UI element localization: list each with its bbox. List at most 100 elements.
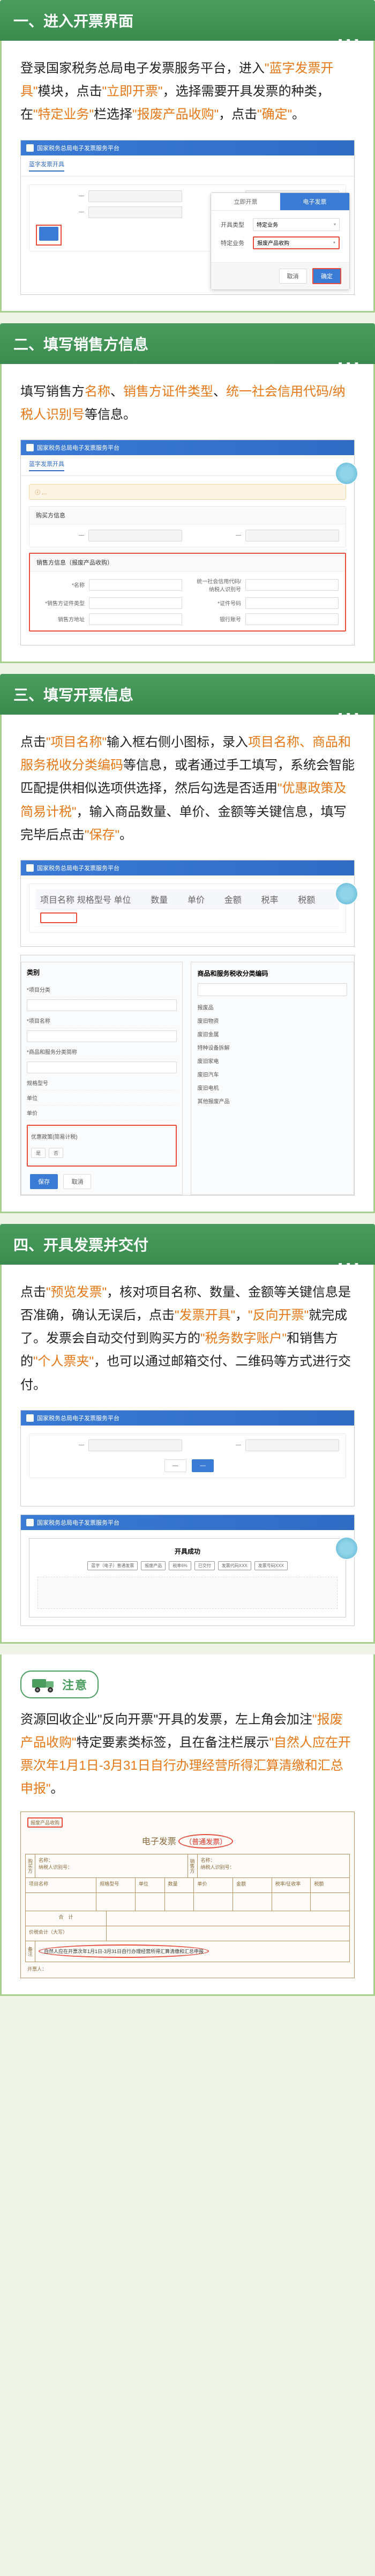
invoice-total-label: 合 计 — [26, 1911, 107, 1926]
invoice-capital-label: 价税合计（大写） — [26, 1926, 107, 1941]
input-seller-addr[interactable] — [89, 613, 182, 625]
tree-item[interactable]: 废旧金属 — [198, 1027, 348, 1041]
chevron-down-icon: ▾ — [333, 240, 335, 245]
popup-tab-immediate[interactable]: 立即开票 — [211, 193, 280, 210]
badge: 税率6% — [169, 1561, 191, 1570]
popup-cancel-button[interactable]: 取消 — [279, 269, 307, 284]
input-seller-bank[interactable] — [245, 613, 339, 625]
breadcrumb-module[interactable]: 蓝字发票开具 — [29, 459, 64, 471]
badge: 蓝字（电子）普通发票 — [87, 1561, 138, 1570]
category-form-left: 类别 *项目分类 *项目名称 *商品和服务分类简称 规格型号 单位 单价 优惠政… — [21, 962, 183, 1195]
label-preferential: 优惠政策(简易计税) — [31, 1129, 172, 1144]
platform-logo-icon — [26, 864, 34, 872]
cat-field-category: *项目分类 — [27, 982, 177, 997]
radio-no[interactable]: 否 — [49, 1148, 63, 1158]
category-tree-right: 商品和服务税收分类编码 报废品 废旧物资 废旧金属 特种设备拆解 废旧家电 废旧… — [191, 962, 355, 1195]
badge: 已交付 — [194, 1561, 215, 1570]
invoice-title-oval: （普通发票） — [178, 1834, 233, 1849]
success-title: 开具成功 — [38, 1547, 338, 1556]
popup-label-type: 开具类型 — [221, 220, 253, 229]
invoice-buyer-tax: 纳税人识别号： — [39, 1864, 184, 1870]
th-qty: 数量 — [151, 893, 188, 905]
invoice-seller-tax: 纳税人识别号： — [201, 1864, 347, 1870]
cat-left-title: 类别 — [27, 968, 177, 977]
assistant-avatar-icon[interactable] — [335, 882, 358, 905]
input-item-name-highlighted[interactable] — [40, 912, 77, 923]
inv-th: 数量 — [165, 1878, 194, 1892]
section-1-header: 一、进入开票界面 — [0, 0, 375, 41]
th-spec: 规格型号 — [77, 893, 114, 905]
section-4-header: 四、开具发票并交付 — [0, 1224, 375, 1265]
popup-tab-electronic[interactable]: 电子发票 — [280, 193, 349, 210]
inv-th: 单位 — [136, 1878, 165, 1892]
invoice-issuer: 开票人： — [25, 1962, 350, 1973]
assistant-avatar-icon[interactable] — [335, 1536, 358, 1560]
input-seller-idno[interactable] — [245, 597, 339, 609]
tree-item[interactable]: 废旧家电 — [198, 1054, 348, 1067]
label-seller-idno: *证件号码 — [193, 599, 241, 607]
invoice-title-text: 电子发票 — [142, 1837, 176, 1846]
platform-logo-icon — [26, 1414, 34, 1422]
note-section: 注意 资源回收企业"反向开票"开具的发票，左上角会加注"报废产品收购"特定要素类… — [0, 1654, 375, 1996]
input-shortname[interactable] — [27, 1061, 177, 1073]
note-desc: 资源回收企业"反向开票"开具的发票，左上角会加注"报废产品收购"特定要素类标签，… — [20, 1708, 355, 1801]
tree-item[interactable]: 废旧汽车 — [198, 1067, 348, 1081]
ss-breadcrumb: 蓝字发票开具 — [21, 155, 354, 176]
tree-item[interactable]: 特种设备拆解 — [198, 1041, 348, 1054]
th-unit: 单位 — [114, 893, 151, 905]
section-4-desc: 点击"预览发票"，核对项目名称、数量、金额等关键信息是否准确，确认无误后，点击"… — [20, 1281, 355, 1397]
invoice-seller-label: 销售方 — [188, 1854, 198, 1877]
tree-item[interactable]: 废旧电机 — [198, 1081, 348, 1094]
save-button[interactable]: 保存 — [30, 1174, 58, 1189]
popup-select-type[interactable]: 特定业务▾ — [253, 218, 340, 231]
th-tax: 税额 — [298, 893, 335, 905]
cancel-button[interactable]: 取消 — [63, 1174, 91, 1189]
note-tag: 注意 — [20, 1671, 99, 1698]
input-category-search[interactable] — [198, 983, 348, 996]
platform-logo-icon — [26, 444, 34, 451]
assistant-avatar-icon[interactable] — [335, 462, 358, 485]
radio-yes[interactable]: 是 — [31, 1148, 46, 1158]
section-4: 四、开具发票并交付 点击"预览发票"，核对项目名称、数量、金额等关键信息是否准确… — [0, 1224, 375, 1644]
preview-invoice-button[interactable]: — — [164, 1459, 186, 1472]
notice-bar: ⓘ … — [29, 484, 346, 500]
inv-th: 规格型号 — [96, 1878, 136, 1892]
preferential-policy-highlighted: 优惠政策(简易计税) 是 否 — [27, 1125, 177, 1167]
th-amount: 金额 — [224, 893, 261, 905]
inv-th: 金额 — [233, 1878, 272, 1892]
cat-right-title: 商品和服务税收分类编码 — [198, 969, 348, 978]
badge: 发票代码XXX — [218, 1561, 251, 1570]
input-project-name[interactable] — [27, 1030, 177, 1042]
popup-confirm-button[interactable]: 确定 — [312, 268, 341, 284]
cat-field-shortname: *商品和服务分类简称 — [27, 1044, 177, 1059]
inv-th: 税额 — [311, 1878, 349, 1892]
tree-item[interactable]: 其他报废产品 — [198, 1094, 348, 1108]
platform-logo-icon — [26, 144, 34, 152]
screenshot-1: 国家税务总局电子发票服务平台 蓝字发票开具 — — — — — [20, 140, 355, 295]
invoice-remark-label: 备注 — [26, 1941, 35, 1962]
input-seller-taxid[interactable] — [245, 579, 339, 591]
invoice-buyer-label: 购买方 — [26, 1854, 35, 1877]
input-seller-idtype[interactable] — [89, 597, 182, 609]
screenshot-4b: 国家税务总局电子发票服务平台 开具成功 蓝字（电子）普通发票 报废产品 税率6%… — [20, 1515, 355, 1626]
input-seller-name[interactable] — [89, 579, 182, 591]
popup-label-special: 特定业务 — [221, 239, 253, 247]
tree-item[interactable]: 废旧物资 — [198, 1014, 348, 1027]
input-project-category[interactable] — [27, 999, 177, 1011]
screenshot-3b: 类别 *项目分类 *项目名称 *商品和服务分类简称 规格型号 单位 单价 优惠政… — [20, 955, 355, 1196]
invoice-seller-name: 名称： — [201, 1857, 347, 1864]
cat-field-name: *项目名称 — [27, 1013, 177, 1028]
tree-item[interactable]: 报废品 — [198, 1000, 348, 1014]
inv-th: 税率/征收率 — [272, 1878, 311, 1892]
section-1-desc: 登录国家税务总局电子发票服务平台，进入"蓝字发票开具"模块，点击"立即开票"，选… — [20, 57, 355, 127]
th-price: 单价 — [188, 893, 224, 905]
label-seller-taxid: 统一社会信用代码/纳税人识别号 — [193, 577, 241, 593]
popup-select-special[interactable]: 报废产品收购▾ — [253, 236, 340, 249]
issue-invoice-button[interactable]: — — [192, 1459, 214, 1472]
section-3-header: 三、填写开票信息 — [0, 674, 375, 715]
section-2-desc: 填写销售方名称、销售方证件类型、统一社会信用代码/纳税人识别号等信息。 — [20, 380, 355, 426]
highlight-box-invoice-btn — [36, 225, 62, 246]
breadcrumb-module[interactable]: 蓝字发票开具 — [29, 160, 64, 172]
label-seller-idtype: *销售方证件类型 — [36, 599, 85, 607]
section-3: 三、填写开票信息 点击"项目名称"输入框右侧小图标，录入项目名称、商品和服务税收… — [0, 674, 375, 1213]
